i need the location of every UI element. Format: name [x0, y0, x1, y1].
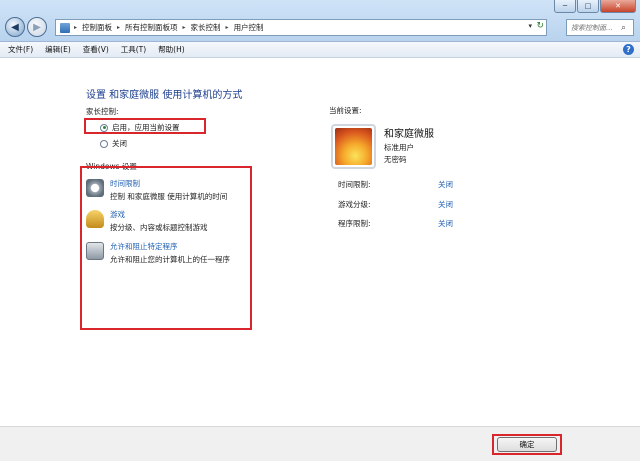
forward-arrow-icon: ▶: [33, 21, 41, 33]
page-title: 设置 和家庭微服 使用计算机的方式: [86, 90, 243, 101]
setting-time-limits[interactable]: 时间限制 控制 和家庭微服 使用计算机的时间: [86, 178, 227, 202]
breadcrumb-control-panel[interactable]: 控制面板: [82, 22, 112, 33]
search-input[interactable]: [571, 23, 621, 32]
dialog-footer: 确定: [0, 426, 640, 461]
user-picture: [335, 128, 372, 165]
setting-programs[interactable]: 允许和阻止特定程序 允许和阻止您的计算机上的任一程序: [86, 241, 230, 265]
current-program-limits-row: 程序限制: 关闭: [338, 218, 458, 229]
menu-file[interactable]: 文件(F): [8, 44, 33, 55]
navigation-buttons: ◀ ▶: [5, 17, 47, 37]
parental-controls-label: 家长控制:: [86, 107, 119, 116]
games-description: 按分级、内容或标题控制游戏: [110, 223, 208, 232]
game-trophy-icon: [86, 210, 104, 228]
current-time-limits-row: 时间限制: 关闭: [338, 179, 458, 190]
forward-button[interactable]: ▶: [27, 17, 47, 37]
close-button[interactable]: ✕: [600, 0, 636, 13]
current-program-limits-value[interactable]: 关闭: [438, 218, 453, 229]
current-game-ratings-key: 游戏分级:: [338, 200, 371, 209]
programs-link[interactable]: 允许和阻止特定程序: [110, 241, 230, 252]
user-account-type: 标准用户: [384, 143, 414, 152]
menu-help[interactable]: 帮助(H): [158, 44, 185, 55]
breadcrumb-separator: ▸: [74, 24, 78, 31]
radio-button-unchecked[interactable]: [100, 139, 108, 148]
current-time-limits-key: 时间限制:: [338, 180, 371, 189]
window-chrome: ─ □ ✕ ◀ ▶ ▸ 控制面板 ▸ 所有控制面板项 ▸ 家长控制 ▸ 用户控制…: [0, 0, 640, 42]
help-icon[interactable]: ?: [623, 44, 634, 55]
time-limits-link[interactable]: 时间限制: [110, 178, 227, 189]
clock-icon: [86, 179, 104, 197]
games-link[interactable]: 游戏: [110, 209, 208, 220]
current-time-limits-value[interactable]: 关闭: [438, 179, 453, 190]
back-button[interactable]: ◀: [5, 17, 25, 37]
time-limits-description: 控制 和家庭微服 使用计算机的时间: [110, 192, 228, 201]
menu-bar: 文件(F) 编辑(E) 查看(V) 工具(T) 帮助(H) ?: [0, 42, 640, 58]
highlight-box-parental-on: [84, 118, 206, 134]
user-password-status: 无密码: [384, 155, 407, 164]
refresh-icon[interactable]: ↻: [536, 21, 544, 31]
menu-tools[interactable]: 工具(T): [121, 44, 146, 55]
breadcrumb-parental-controls[interactable]: 家长控制: [191, 22, 221, 33]
breadcrumb-separator: ▸: [117, 24, 121, 31]
program-icon: [86, 242, 104, 260]
breadcrumb-separator: ▸: [225, 24, 229, 31]
programs-description: 允许和阻止您的计算机上的任一程序: [110, 255, 230, 264]
current-settings-label: 当前设置:: [329, 106, 362, 115]
radio-parental-off[interactable]: 关闭: [100, 138, 127, 149]
breadcrumb-separator: ▸: [182, 24, 186, 31]
search-icon[interactable]: ⌕: [621, 23, 626, 33]
user-avatar: [331, 124, 376, 169]
address-dropdown-icon[interactable]: ▾: [528, 22, 532, 30]
breadcrumb-user-controls[interactable]: 用户控制: [234, 22, 264, 33]
address-bar[interactable]: ▸ 控制面板 ▸ 所有控制面板项 ▸ 家长控制 ▸ 用户控制 ▾ ↻: [55, 19, 547, 36]
back-arrow-icon: ◀: [11, 21, 19, 33]
user-name: 和家庭微服: [384, 129, 434, 140]
current-program-limits-key: 程序限制:: [338, 219, 371, 228]
search-box[interactable]: ⌕: [566, 19, 634, 36]
control-panel-icon: [60, 22, 70, 33]
highlight-box-ok: [492, 434, 562, 455]
main-content: 设置 和家庭微服 使用计算机的方式 家长控制: 启用，应用当前设置 关闭 Win…: [0, 58, 640, 426]
breadcrumb-all-items[interactable]: 所有控制面板项: [125, 22, 178, 33]
minimize-button[interactable]: ─: [554, 0, 576, 13]
maximize-button[interactable]: □: [577, 0, 599, 13]
menu-view[interactable]: 查看(V): [83, 44, 109, 55]
current-game-ratings-value[interactable]: 关闭: [438, 199, 453, 210]
menu-edit[interactable]: 编辑(E): [45, 44, 71, 55]
setting-games[interactable]: 游戏 按分级、内容或标题控制游戏: [86, 209, 208, 233]
current-game-ratings-row: 游戏分级: 关闭: [338, 199, 458, 210]
radio-label-off: 关闭: [112, 139, 127, 148]
window-controls: ─ □ ✕: [554, 0, 636, 13]
